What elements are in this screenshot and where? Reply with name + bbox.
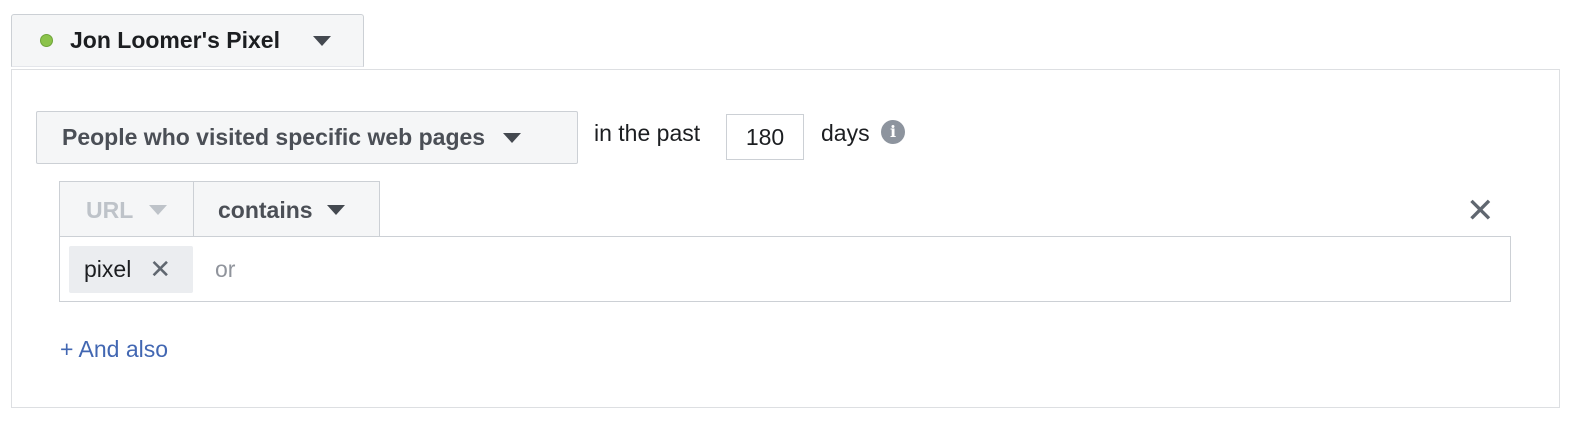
in-past-label: in the past (594, 120, 701, 146)
chevron-down-icon (503, 132, 522, 143)
operator-dropdown[interactable]: contains (194, 181, 380, 238)
chevron-down-icon (326, 205, 345, 215)
audience-type-label: People who visited specific web pages (62, 124, 486, 150)
rule-condition-header: URL contains (59, 181, 380, 238)
pixel-status-icon (40, 34, 53, 47)
and-also-link[interactable]: + And also (60, 336, 168, 363)
remove-token-icon[interactable]: ✕ (149, 254, 171, 285)
pixel-selector-dropdown[interactable]: Jon Loomer's Pixel (11, 14, 364, 67)
days-input[interactable] (726, 114, 804, 160)
pixel-name: Jon Loomer's Pixel (70, 27, 280, 53)
chevron-down-icon (149, 205, 168, 215)
url-field-dropdown: URL (59, 181, 194, 238)
url-field-label: URL (86, 196, 134, 223)
days-label: days (821, 120, 870, 146)
chevron-down-icon (312, 35, 331, 46)
url-token-text: pixel (84, 255, 132, 282)
operator-label: contains (218, 196, 313, 223)
info-icon[interactable]: i (881, 120, 905, 144)
or-placeholder[interactable]: or (215, 256, 235, 283)
close-icon[interactable]: ✕ (1466, 194, 1495, 228)
url-token: pixel ✕ (69, 245, 193, 293)
url-token-input[interactable]: pixel ✕ or (59, 236, 1511, 302)
audience-type-dropdown[interactable]: People who visited specific web pages (36, 111, 578, 164)
